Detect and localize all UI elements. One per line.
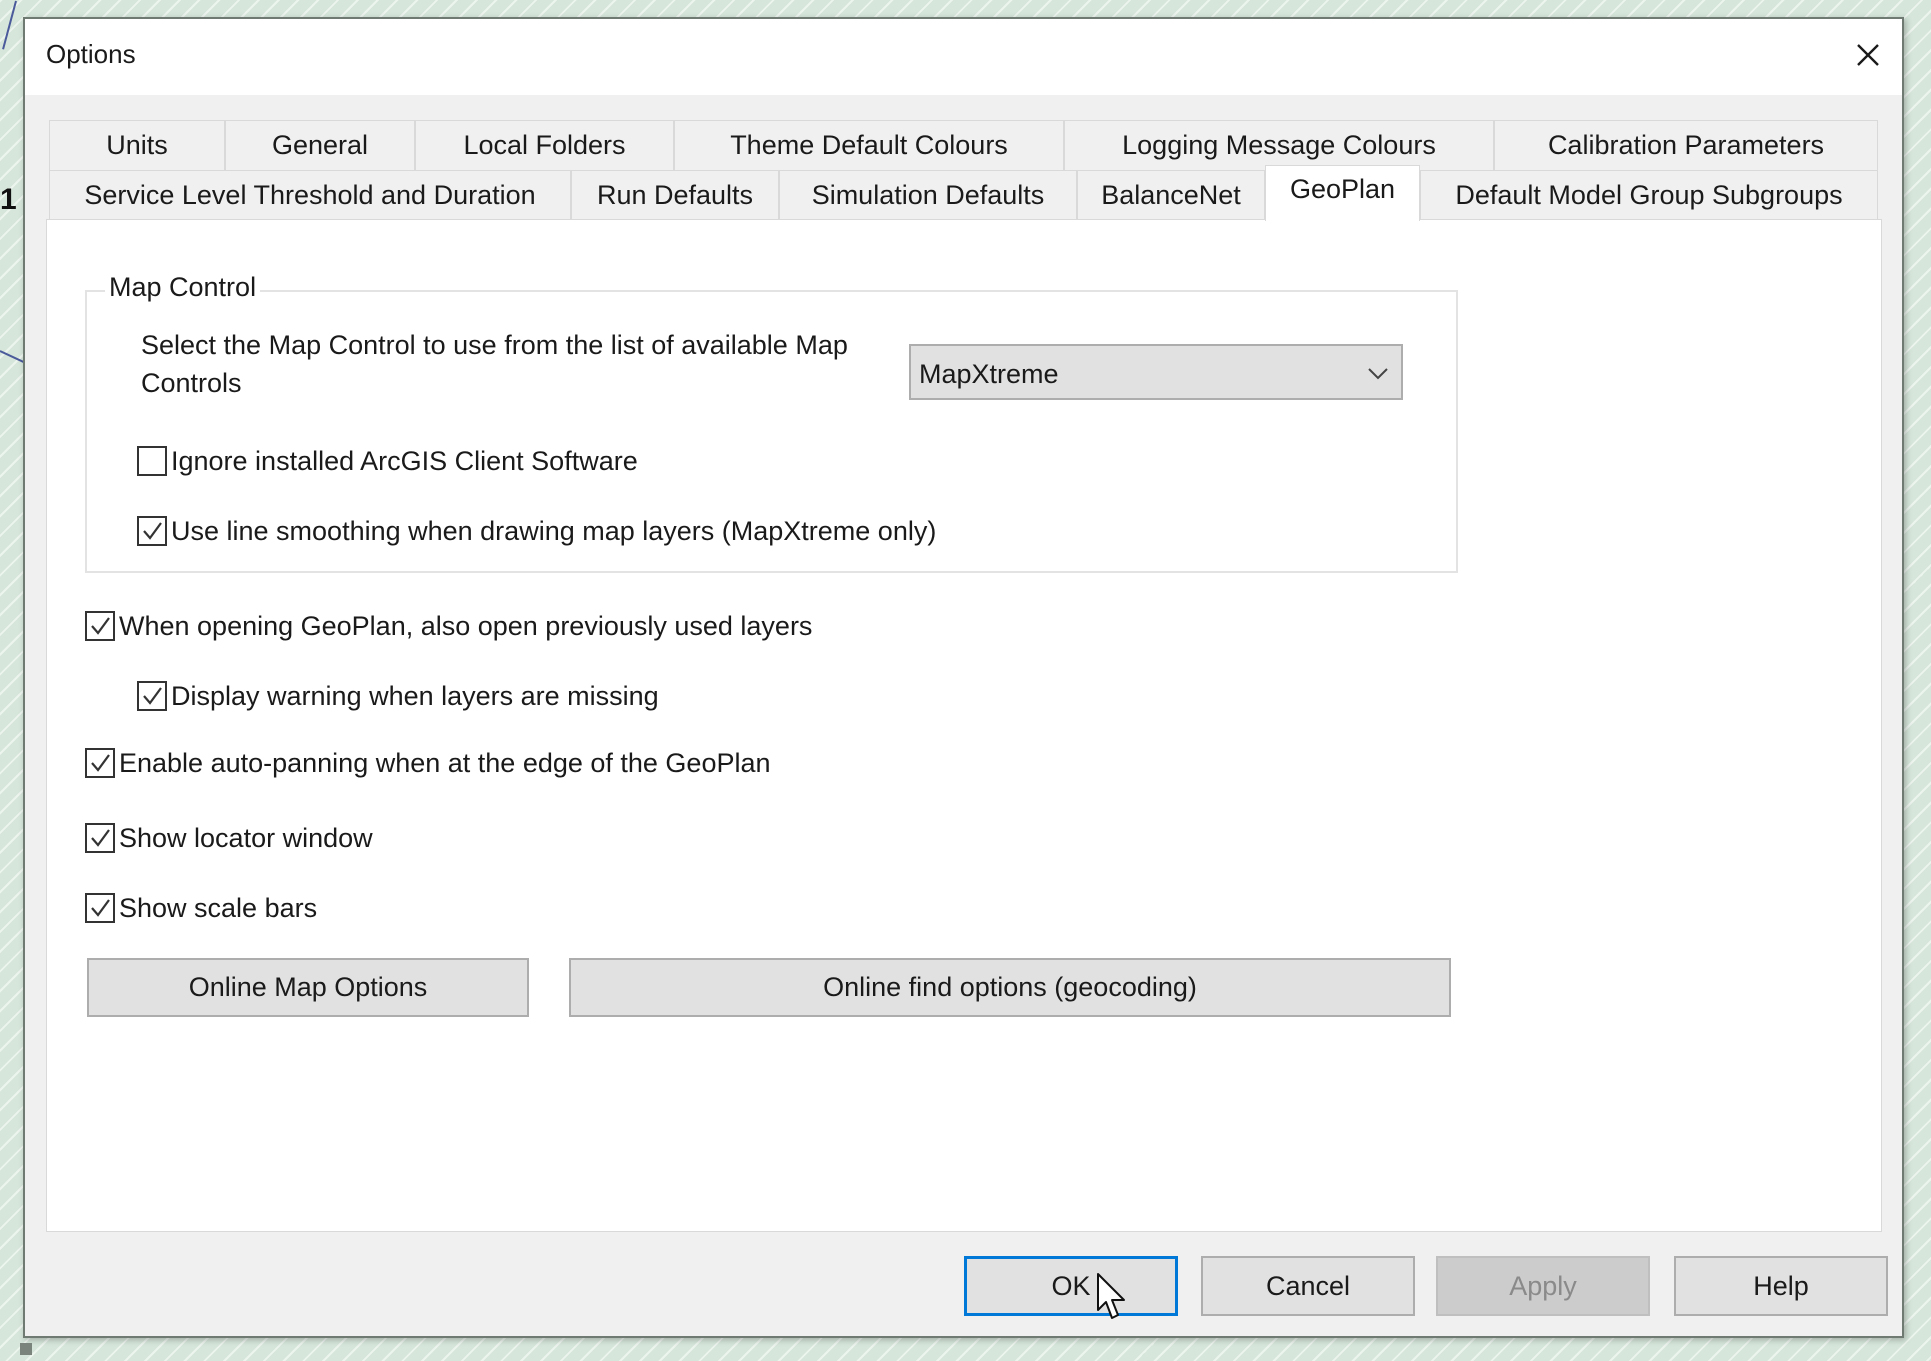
ignore-arcgis-checkbox-row[interactable]: Ignore installed ArcGIS Client Software [137,442,638,480]
display-warning-checkbox[interactable] [137,681,167,711]
groupbox-title: Map Control [105,272,261,303]
show-locator-checkbox[interactable] [85,823,115,853]
tab-label: GeoPlan [1289,174,1396,204]
display-warning-checkbox-row[interactable]: Display warning when layers are missing [137,677,659,715]
tab-theme-default-colours[interactable]: Theme Default Colours [674,120,1064,170]
checkmark-icon [91,617,110,635]
map-control-select-label: Select the Map Control to use from the l… [141,330,848,398]
dropdown-value: MapXtreme [919,359,1059,389]
tab-simulation-defaults[interactable]: Simulation Defaults [779,170,1077,220]
resize-grip[interactable] [20,1343,32,1355]
apply-button[interactable]: Apply [1436,1256,1650,1316]
checkmark-icon [91,829,110,847]
tab-local-folders[interactable]: Local Folders [415,120,674,170]
checkbox-label: Ignore installed ArcGIS Client Software [171,446,638,476]
help-button[interactable]: Help [1674,1256,1888,1316]
checkbox-label: Show scale bars [119,893,318,923]
close-icon [1857,44,1879,66]
background-map-label: 1 [0,183,17,216]
checkmark-icon [143,522,162,540]
checkmark-icon [143,687,162,705]
tab-service-level-threshold[interactable]: Service Level Threshold and Duration [49,170,571,220]
show-scale-bars-checkbox[interactable] [85,893,115,923]
close-button[interactable] [1846,33,1890,77]
show-locator-checkbox-row[interactable]: Show locator window [85,819,373,857]
online-map-options-button[interactable]: Online Map Options [87,958,529,1017]
tab-label: Calibration Parameters [1547,130,1825,160]
checkbox-label: Use line smoothing when drawing map laye… [171,516,937,546]
tab-label: Logging Message Colours [1122,130,1436,160]
tab-units[interactable]: Units [49,120,225,170]
show-scale-bars-checkbox-row[interactable]: Show scale bars [85,889,317,927]
background-map-line [2,0,17,50]
tab-run-defaults[interactable]: Run Defaults [571,170,779,220]
ok-button[interactable]: OK [964,1256,1178,1316]
tab-geoplan[interactable]: GeoPlan [1265,165,1420,221]
checkbox-label: Enable auto-panning when at the edge of … [119,748,771,778]
tab-label: General [271,130,369,160]
tab-label: Local Folders [463,130,626,160]
dialog-title: Options [46,39,136,69]
tab-label: Run Defaults [596,180,754,210]
checkbox-label: Show locator window [119,823,373,853]
line-smoothing-checkbox-row[interactable]: Use line smoothing when drawing map laye… [137,512,936,550]
tab-label: Default Model Group Subgroups [1455,180,1843,210]
checkbox-label: When opening GeoPlan, also open previous… [119,611,813,641]
map-control-dropdown[interactable]: MapXtreme [909,344,1403,400]
open-previous-layers-checkbox[interactable] [85,611,115,641]
checkmark-icon [91,899,110,917]
geoplan-tab-panel: Map Control Select the Map Control to us… [46,219,1882,1232]
tab-calibration-parameters[interactable]: Calibration Parameters [1494,120,1878,170]
map-control-groupbox: Map Control Select the Map Control to us… [85,272,1458,573]
tab-label: Units [106,130,168,160]
checkmark-icon [91,754,110,772]
tab-balancenet[interactable]: BalanceNet [1077,170,1265,220]
tab-label: Theme Default Colours [730,130,1008,160]
options-dialog: Options Units General Local Folders Them… [23,17,1904,1338]
chevron-down-icon [1368,368,1388,380]
checkbox-label: Display warning when layers are missing [171,681,659,711]
cancel-button[interactable]: Cancel [1201,1256,1415,1316]
title-bar[interactable]: Options [25,19,1902,95]
open-previous-layers-checkbox-row[interactable]: When opening GeoPlan, also open previous… [85,607,812,645]
tab-label: Service Level Threshold and Duration [84,180,536,210]
tab-logging-message-colours[interactable]: Logging Message Colours [1064,120,1494,170]
auto-panning-checkbox-row[interactable]: Enable auto-panning when at the edge of … [85,744,771,782]
ignore-arcgis-checkbox[interactable] [137,446,167,476]
auto-panning-checkbox[interactable] [85,748,115,778]
tab-general[interactable]: General [225,120,415,170]
online-find-options-button[interactable]: Online find options (geocoding) [569,958,1451,1017]
line-smoothing-checkbox[interactable] [137,516,167,546]
tab-default-model-group-subgroups[interactable]: Default Model Group Subgroups [1420,170,1878,220]
tab-label: BalanceNet [1101,180,1241,210]
tab-label: Simulation Defaults [811,180,1045,210]
